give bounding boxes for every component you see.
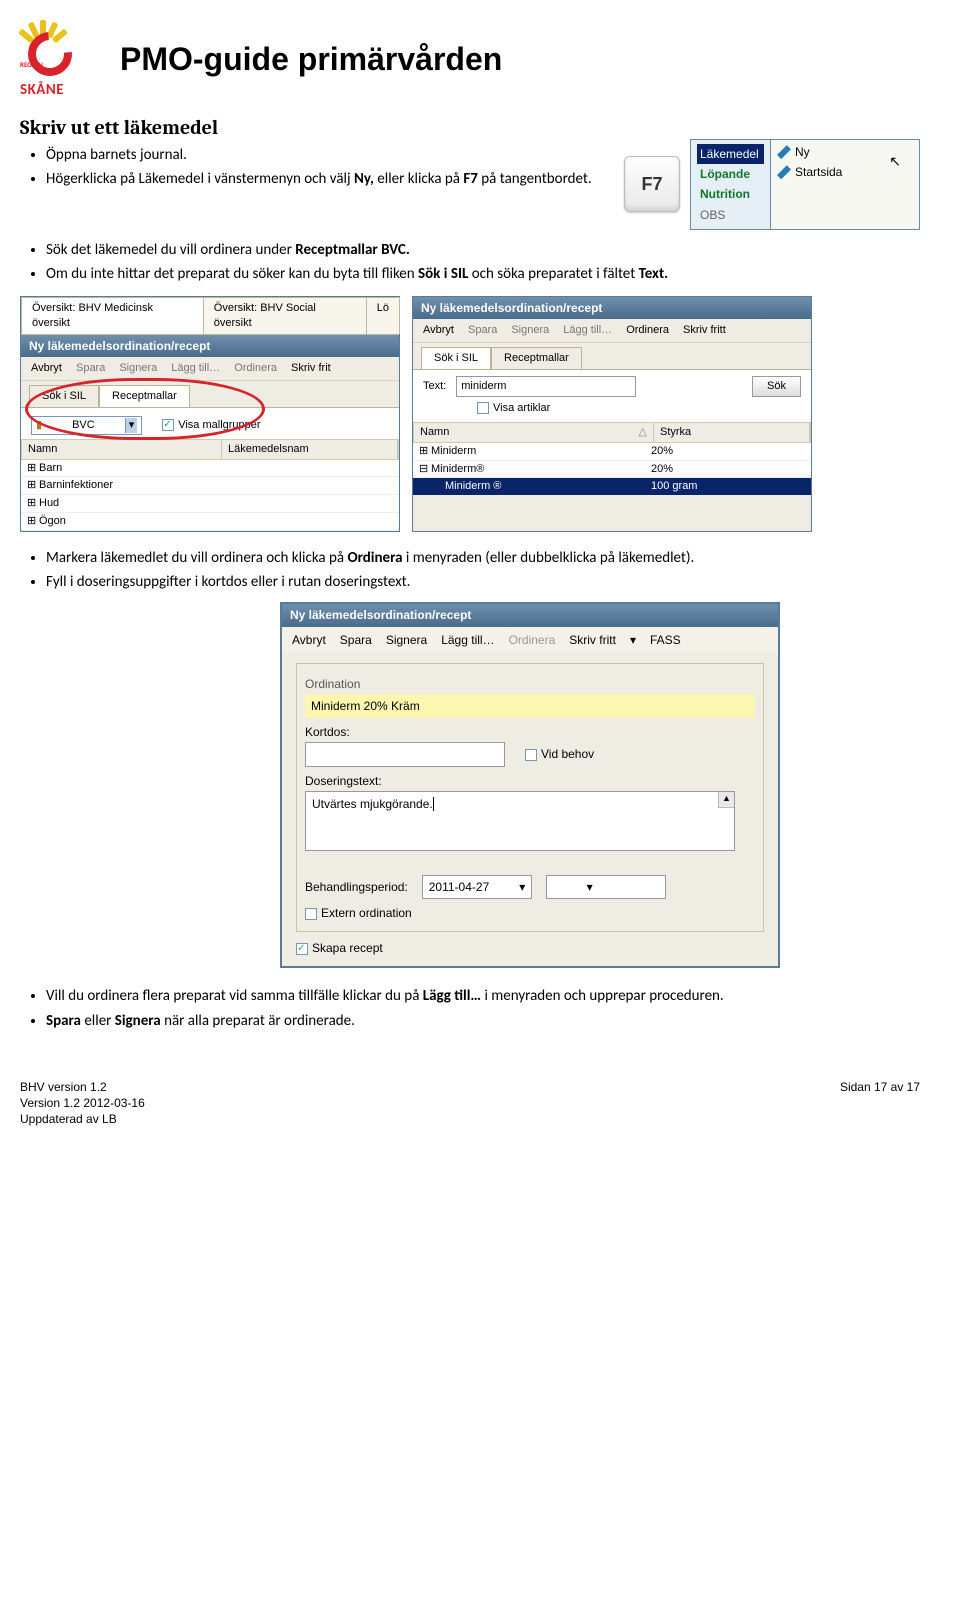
doseringstext-input[interactable]: Utvärtes mjukgörande.​ ▲ (305, 791, 735, 851)
text-label: Text: (423, 379, 446, 394)
screenshot-sokisil: Ny läkemedelsordination/recept Avbryt Sp… (412, 296, 812, 532)
tb-laggtill[interactable]: Lägg till… (563, 323, 612, 338)
tb-signera[interactable]: Signera (511, 323, 549, 338)
kortdos-label: Kortdos: (305, 724, 755, 740)
bullet: Spara eller Signera när alla preparat är… (46, 1011, 920, 1031)
section-title: Skriv ut ett läkemedel (20, 114, 920, 141)
tb-skriv[interactable]: Skriv fritt (569, 632, 616, 648)
scroll-up-icon[interactable]: ▲ (718, 792, 734, 808)
date-picker[interactable]: ▾ (546, 875, 666, 899)
tb-skriv[interactable]: Skriv frit (291, 361, 331, 376)
search-input[interactable]: miniderm (456, 376, 636, 397)
tb-signera[interactable]: Signera (119, 361, 157, 376)
vidbehov-checkbox[interactable]: Vid behov (525, 746, 594, 762)
window-title: Ny läkemedelsordination/recept (282, 604, 778, 626)
tb-ordinera[interactable]: Ordinera (234, 361, 277, 376)
table-row[interactable]: ⊞Hud (21, 495, 399, 513)
subtab-sokisil[interactable]: Sök i SIL (421, 347, 491, 369)
tb-ordinera: Ordinera (509, 632, 556, 648)
menu-item-nutrition[interactable]: Nutrition (697, 184, 764, 204)
kortdos-input[interactable] (305, 742, 505, 766)
col-lakemedelsnamn: Läkemedelsnam (222, 440, 398, 459)
skane-logo: REGION SKÅNE (20, 20, 100, 100)
skapa-recept-checkbox[interactable]: Skapa recept (296, 941, 383, 955)
menu-item-lakemedel[interactable]: Läkemedel (697, 144, 764, 164)
tb-spara[interactable]: Spara (340, 632, 372, 648)
tab[interactable]: Lö (366, 297, 400, 334)
tb-avbryt[interactable]: Avbryt (423, 323, 454, 338)
date-picker[interactable]: 2011-04-27▾ (422, 875, 533, 899)
footer-left: BHV version 1.2 Version 1.2 2012-03-16 U… (20, 1079, 145, 1128)
red-highlight-circle (25, 378, 265, 440)
medication-name: Miniderm 20% Kräm (305, 694, 755, 718)
window-title: Ny läkemedelsordination/recept (21, 335, 399, 357)
doseringstext-label: Doseringstext: (305, 773, 755, 789)
f7-keycap: F7 (624, 156, 680, 212)
cursor-icon: ↖ (889, 152, 901, 171)
tab[interactable]: Översikt: BHV Medicinsk översikt (21, 297, 204, 334)
menu-item-lopande[interactable]: Löpande (697, 164, 764, 184)
tb-laggtill[interactable]: Lägg till… (171, 361, 220, 376)
ordination-heading: Ordination (305, 676, 755, 692)
table-row[interactable]: ⊞Ögon (21, 513, 399, 531)
bullet: Vill du ordinera flera preparat vid samm… (46, 986, 920, 1006)
footer-right: Sidan 17 av 17 (840, 1079, 920, 1095)
pencil-icon (777, 145, 791, 159)
page-title: PMO-guide primärvården (120, 38, 502, 81)
screenshot-receptmallar: Översikt: BHV Medicinsk översikt Översik… (20, 296, 400, 532)
table-row[interactable]: ⊞Barn (21, 460, 399, 478)
chevron-down-icon: ▾ (587, 879, 593, 895)
col-namn: Namn (22, 440, 222, 459)
bullet: Om du inte hittar det preparat du söker … (46, 264, 920, 284)
menu-item-obs[interactable]: OBS (697, 205, 764, 225)
screenshot-ordination-form: Ny läkemedelsordination/recept Avbryt Sp… (280, 602, 780, 968)
tb-avbryt[interactable]: Avbryt (31, 361, 62, 376)
tb-skriv[interactable]: Skriv fritt (683, 323, 726, 338)
tb-spara[interactable]: Spara (76, 361, 105, 376)
table-row[interactable]: ⊞Miniderm20% (413, 443, 811, 461)
tb-ordinera[interactable]: Ordinera (626, 323, 669, 338)
col-namn: Namn△ (414, 423, 654, 442)
bullet: Fyll i doseringsuppgifter i kortdos elle… (46, 572, 920, 592)
tab[interactable]: Översikt: BHV Social översikt (203, 297, 367, 334)
table-row[interactable]: ⊞Barninfektioner (21, 477, 399, 495)
table-row-selected[interactable]: Miniderm ®100 gram (413, 478, 811, 496)
table-row[interactable]: ⊟Miniderm®20% (413, 461, 811, 479)
tb-spara[interactable]: Spara (468, 323, 497, 338)
visa-artiklar[interactable]: Visa artiklar (477, 402, 550, 414)
col-styrka: Styrka (654, 423, 810, 442)
pencil-icon (777, 165, 791, 179)
context-menu-screenshot: Läkemedel Löpande Nutrition OBS Ny Start… (690, 139, 920, 230)
behandlingsperiod-label: Behandlingsperiod: (305, 879, 408, 895)
bullet: Sök det läkemedel du vill ordinera under… (46, 240, 920, 260)
tb-signera[interactable]: Signera (386, 632, 427, 648)
tb-laggtill[interactable]: Lägg till… (441, 632, 494, 648)
sok-button[interactable]: Sök (752, 376, 801, 397)
window-title: Ny läkemedelsordination/recept (413, 297, 811, 319)
tb-fass[interactable]: FASS (650, 632, 681, 648)
tb-avbryt[interactable]: Avbryt (292, 632, 326, 648)
bullet: Markera läkemedlet du vill ordinera och … (46, 548, 920, 568)
extern-ordination-checkbox[interactable]: Extern ordination (305, 906, 412, 920)
chevron-down-icon: ▾ (519, 879, 525, 895)
subtab-receptmallar[interactable]: Receptmallar (491, 347, 582, 369)
